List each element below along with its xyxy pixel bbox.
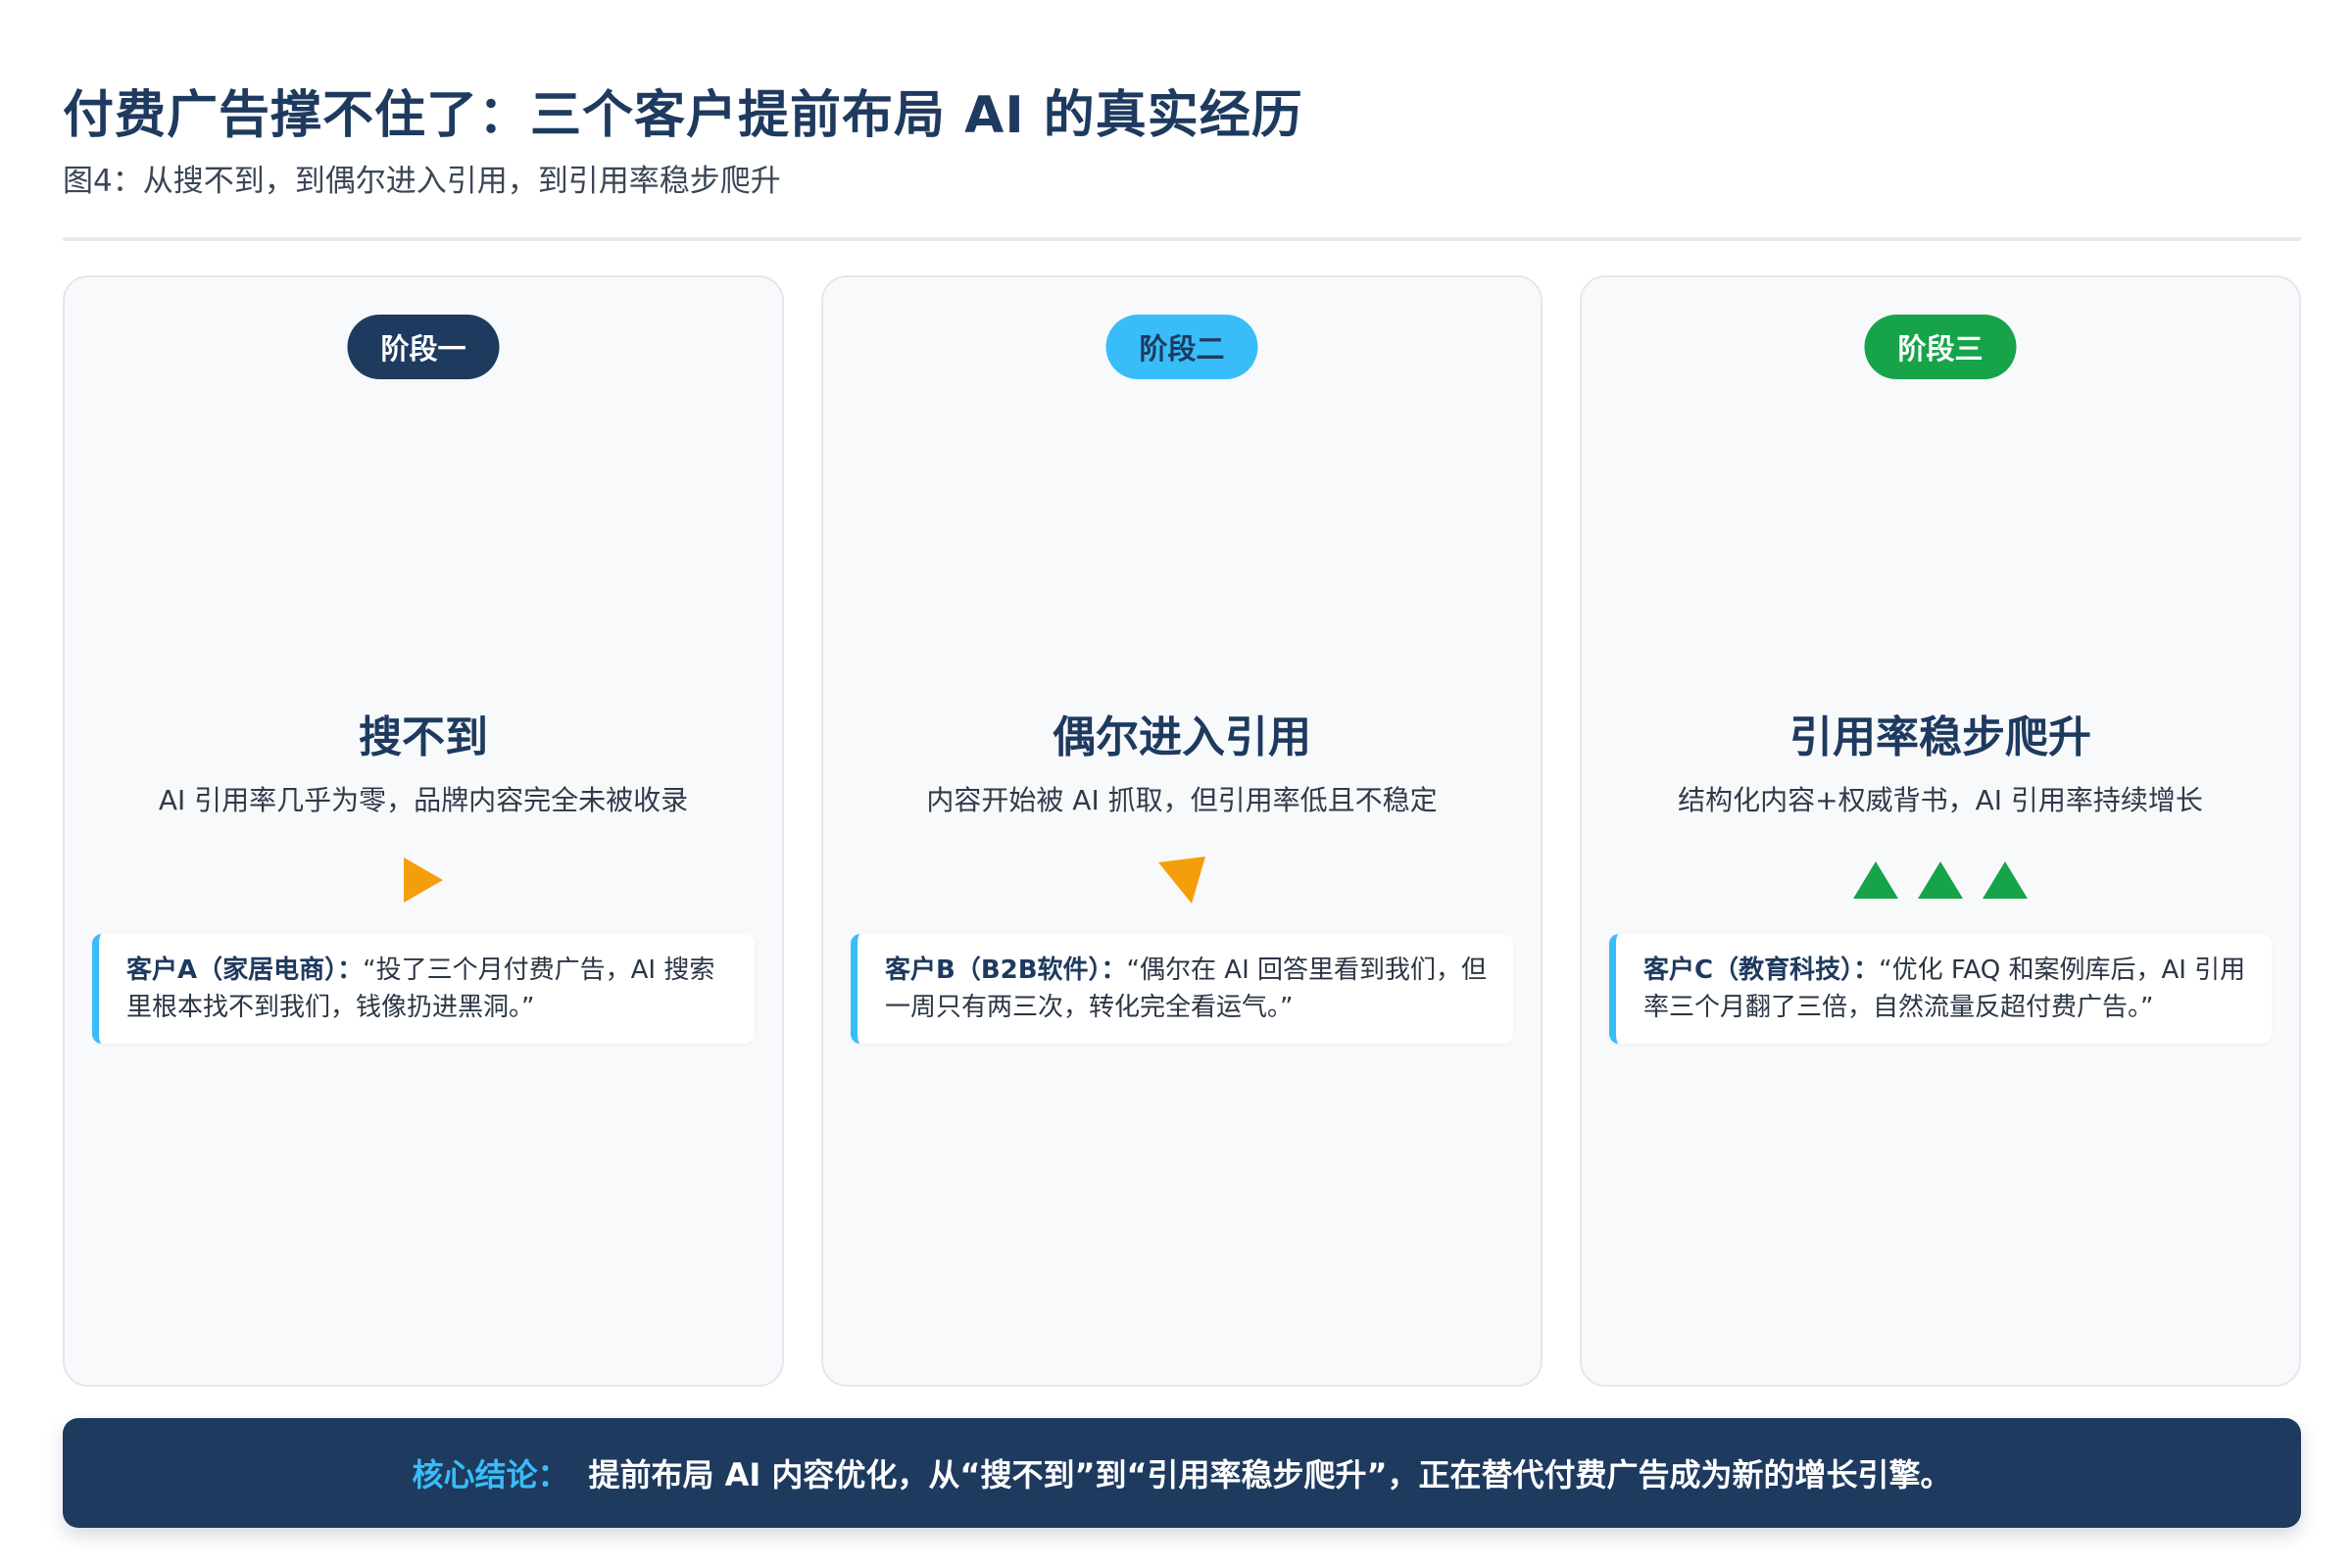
stage-description: 结构化内容+权威背书，AI 引用率持续增长	[1678, 784, 2203, 816]
client-quote: 客户C（教育科技）：“优化 FAQ 和案例库后，AI 引用率三个月翻了三倍，自然…	[1609, 934, 2272, 1044]
triangle-up-icon	[1983, 861, 2028, 899]
stage-title: 偶尔进入引用	[1053, 712, 1311, 762]
stage-badge: 阶段一	[347, 315, 500, 379]
client-quote: 客户B（B2B软件）：“偶尔在 AI 回答里看到我们，但一周只有两三次，转化完全…	[851, 934, 1513, 1044]
triangle-up-icon	[1853, 861, 1898, 899]
stage-badge: 阶段三	[1864, 315, 2017, 379]
page: 付费广告撑不住了：三个客户提前布局 AI 的真实经历 图4：从搜不到，到偶尔进入…	[0, 0, 2352, 1568]
stage-cards: 阶段一 搜不到 AI 引用率几乎为零，品牌内容完全未被收录 客户A（家居电商）：…	[63, 275, 2301, 1387]
play-arrow-icon	[404, 858, 443, 903]
stage-description: 内容开始被 AI 抓取，但引用率低且不稳定	[926, 784, 1438, 816]
quote-client: 客户C（教育科技）：	[1643, 956, 1880, 985]
stage-title: 引用率稳步爬升	[1789, 712, 2091, 762]
header-divider	[63, 237, 2301, 241]
stage-card-1: 阶段一 搜不到 AI 引用率几乎为零，品牌内容完全未被收录 客户A（家居电商）：…	[63, 275, 784, 1387]
stage-description: AI 引用率几乎为零，品牌内容完全未被收录	[158, 784, 689, 816]
stage-title: 搜不到	[359, 712, 488, 762]
quote-client: 客户A（家居电商）：	[126, 956, 364, 985]
stage-indicator	[1582, 846, 2299, 914]
client-quote: 客户A（家居电商）：“投了三个月付费广告，AI 搜索里根本找不到我们，钱像扔进黑…	[92, 934, 755, 1044]
page-subtitle: 图4：从搜不到，到偶尔进入引用，到引用率稳步爬升	[63, 164, 781, 199]
conclusion-label: 核心结论：	[412, 1456, 569, 1494]
header: 付费广告撑不住了：三个客户提前布局 AI 的真实经历 图4：从搜不到，到偶尔进入…	[63, 80, 2301, 202]
tilted-arrow-icon	[1158, 857, 1205, 904]
conclusion-banner: 核心结论： 提前布局 AI 内容优化，从“搜不到”到“引用率稳步爬升”，正在替代…	[63, 1418, 2301, 1528]
quote-client: 客户B（B2B软件）：	[885, 956, 1127, 985]
page-title: 付费广告撑不住了：三个客户提前布局 AI 的真实经历	[63, 86, 1303, 145]
stage-indicator	[823, 846, 1541, 914]
conclusion-text: 提前布局 AI 内容优化，从“搜不到”到“引用率稳步爬升”，正在替代付费广告成为…	[588, 1456, 1952, 1494]
stage-card-2: 阶段二 偶尔进入引用 内容开始被 AI 抓取，但引用率低且不稳定 客户B（B2B…	[821, 275, 1543, 1387]
stage-indicator	[65, 846, 782, 914]
triangle-up-icon	[1918, 861, 1963, 899]
stage-badge: 阶段二	[1105, 315, 1258, 379]
stage-card-3: 阶段三 引用率稳步爬升 结构化内容+权威背书，AI 引用率持续增长 客户C（教育…	[1580, 275, 2301, 1387]
